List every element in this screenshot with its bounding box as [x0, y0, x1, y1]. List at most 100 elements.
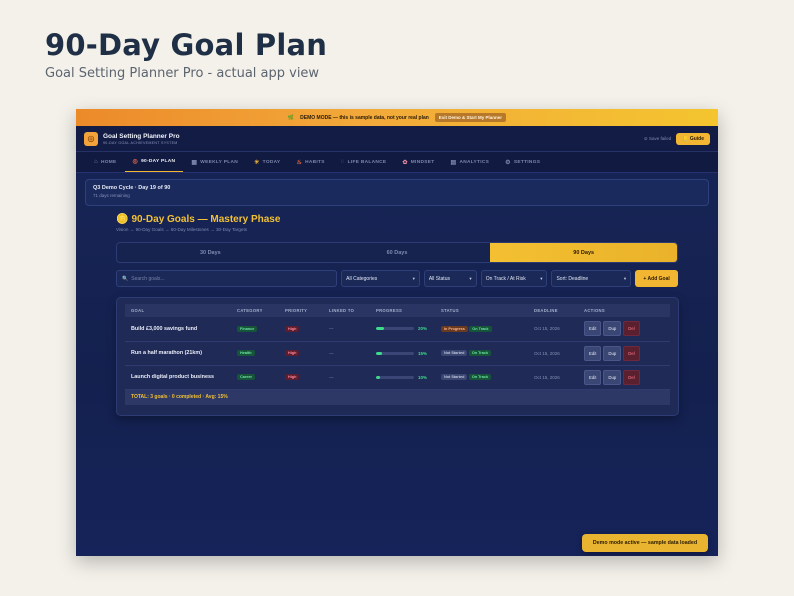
chevron-down-icon: ▾	[412, 275, 415, 281]
delete-button[interactable]: Del	[623, 369, 640, 385]
status-select[interactable]: All Status ▾	[423, 270, 477, 287]
leaf-icon: 🌿	[287, 114, 295, 121]
category-select[interactable]: All Categories ▾	[341, 270, 420, 287]
table-row[interactable]: Build £3,000 savings fund Finance High —…	[125, 317, 670, 342]
app-window: 🌿 DEMO MODE — this is sample data, not y…	[76, 109, 718, 556]
status-badge: In Progress	[441, 325, 468, 332]
page-title: 90-Day Goal Plan	[45, 28, 328, 62]
tab-60-days[interactable]: 60 Days	[304, 243, 491, 262]
gear-icon: ⚙	[505, 159, 511, 166]
track-badge: On Track	[469, 325, 492, 332]
col-category: CATEGORY	[237, 308, 263, 313]
linked-to: —	[323, 341, 370, 366]
track-badge: On Track	[468, 374, 492, 380]
delete-button[interactable]: Del	[623, 321, 640, 337]
nav-mindset[interactable]: ✿ MINDSET	[394, 152, 442, 172]
duplicate-button[interactable]: Dup	[603, 345, 622, 361]
nav-home[interactable]: ⌂ HOME	[86, 152, 125, 172]
nav-analytics[interactable]: ▤ ANALYTICS	[442, 152, 497, 172]
duplicate-button[interactable]: Dup	[603, 321, 622, 337]
tab-30-days[interactable]: 30 Days	[117, 243, 304, 262]
nav-90-day-plan[interactable]: ◎ 90-DAY PLAN	[124, 152, 184, 172]
book-icon: 📒	[682, 135, 689, 142]
progress-fill	[376, 351, 382, 355]
progress-track	[376, 327, 414, 331]
col-goal: GOAL	[131, 308, 145, 313]
demo-banner-text: DEMO MODE — this is sample data, not you…	[300, 114, 429, 121]
search-box: 🔍	[116, 270, 338, 287]
nav-habits[interactable]: ♨ HABITS	[288, 152, 332, 172]
home-icon: ⌂	[94, 159, 98, 165]
target-logo-icon: ◎	[84, 131, 98, 146]
save-status: ⊘ Save failed	[643, 135, 672, 141]
edit-button[interactable]: Edit	[584, 369, 602, 385]
cycle-remaining: 71 days remaining	[93, 193, 130, 198]
chart-icon: ▤	[450, 159, 457, 166]
page-subtitle: Goal Setting Planner Pro - actual app vi…	[45, 66, 320, 81]
main-nav: ⌂ HOME ◎ 90-DAY PLAN ▦ WEEKLY PLAN ☀ TODAY ♨…	[76, 152, 718, 173]
progress: 20%	[376, 326, 429, 331]
sort-select[interactable]: Sort: Deadline ▾	[551, 270, 632, 287]
table-total: TOTAL: 3 goals · 0 completed · Avg: 15%	[125, 389, 670, 405]
category-badge: Career	[237, 374, 256, 380]
goals-table: GOAL CATEGORY PRIORITY LINKED TO PROGRES…	[125, 304, 670, 405]
deadline: Oct 15, 2026	[528, 317, 578, 342]
nav-settings[interactable]: ⚙ SETTINGS	[497, 152, 548, 172]
breadcrumb: Vision → 90-Day Goals → 60-Day Milestone…	[116, 227, 248, 232]
goal-name: Run a half marathon (21km)	[125, 341, 231, 366]
chevron-down-icon: ▾	[469, 275, 472, 281]
col-priority: PRIORITY	[285, 308, 308, 313]
tab-90-days[interactable]: 90 Days	[490, 243, 677, 262]
flame-icon: ♨	[296, 159, 303, 166]
delete-button[interactable]: Del	[623, 345, 640, 361]
filter-bar: 🔍 All Categories▾ All Status▾ On Track /…	[116, 270, 678, 288]
linked-to: —	[323, 365, 370, 390]
nav-today[interactable]: ☀ TODAY	[246, 152, 288, 172]
cycle-title: Q3 Demo Cycle · Day 19 of 90	[93, 185, 171, 191]
table-row[interactable]: Run a half marathon (21km) Health High —…	[125, 341, 670, 366]
track-badge: On Track	[468, 350, 492, 356]
exit-demo-button[interactable]: Exit Demo & Start My Planner	[434, 113, 507, 122]
add-goal-button[interactable]: + Add Goal	[635, 270, 678, 287]
search-icon: 🔍	[122, 275, 129, 282]
target-icon: ◎	[132, 159, 139, 165]
nav-weekly-plan[interactable]: ▦ WEEKLY PLAN	[183, 152, 246, 172]
progress: 15%	[376, 351, 429, 356]
calendar-icon: ▦	[191, 159, 198, 166]
category-badge: Health	[237, 350, 255, 356]
deadline: Oct 15, 2026	[528, 341, 578, 366]
progress: 10%	[376, 375, 429, 380]
linked-to: —	[323, 317, 370, 342]
progress-track	[376, 375, 414, 379]
demo-banner: 🌿 DEMO MODE — this is sample data, not y…	[76, 109, 718, 126]
goal-name: Build £3,000 savings fund	[125, 317, 231, 342]
section-title: 🪙 90-Day Goals — Mastery Phase	[116, 214, 281, 225]
medal-icon: 🪙	[116, 214, 129, 225]
progress-percent: 20%	[418, 326, 428, 332]
demo-toast: Demo mode active — sample data loaded	[582, 534, 708, 552]
cycle-card: Q3 Demo Cycle · Day 19 of 90 71 days rem…	[85, 179, 709, 206]
goals-table-card: GOAL CATEGORY PRIORITY LINKED TO PROGRES…	[116, 297, 679, 416]
col-progress: PROGRESS	[376, 308, 403, 313]
brand-name: Goal Setting Planner Pro	[103, 132, 180, 140]
col-linked: LINKED TO	[329, 308, 355, 313]
duplicate-button[interactable]: Dup	[603, 369, 622, 385]
guide-button[interactable]: 📒 Guide	[676, 132, 710, 145]
nav-life-balance[interactable]: ◌ LIFE BALANCE	[333, 152, 395, 172]
progress-fill	[376, 375, 380, 379]
app-header: ◎ Goal Setting Planner Pro 90-DAY GOAL A…	[76, 126, 718, 152]
brand-tagline: 90-DAY GOAL ACHIEVEMENT SYSTEM	[103, 140, 178, 145]
edit-button[interactable]: Edit	[584, 345, 602, 361]
track-select[interactable]: On Track / At Risk ▾	[480, 270, 548, 287]
col-actions: ACTIONS	[584, 308, 605, 313]
table-row[interactable]: Launch digital product business Career H…	[125, 365, 670, 390]
category-badge: Finance	[237, 325, 258, 332]
priority-badge: High	[285, 325, 300, 332]
brain-icon: ✿	[402, 159, 408, 166]
progress-track	[376, 351, 414, 355]
brand: Goal Setting Planner Pro 90-DAY GOAL ACH…	[103, 133, 180, 145]
edit-button[interactable]: Edit	[584, 321, 602, 337]
search-input[interactable]	[131, 275, 332, 282]
circle-icon: ◌	[340, 159, 345, 165]
chevron-down-icon: ▾	[540, 275, 543, 281]
